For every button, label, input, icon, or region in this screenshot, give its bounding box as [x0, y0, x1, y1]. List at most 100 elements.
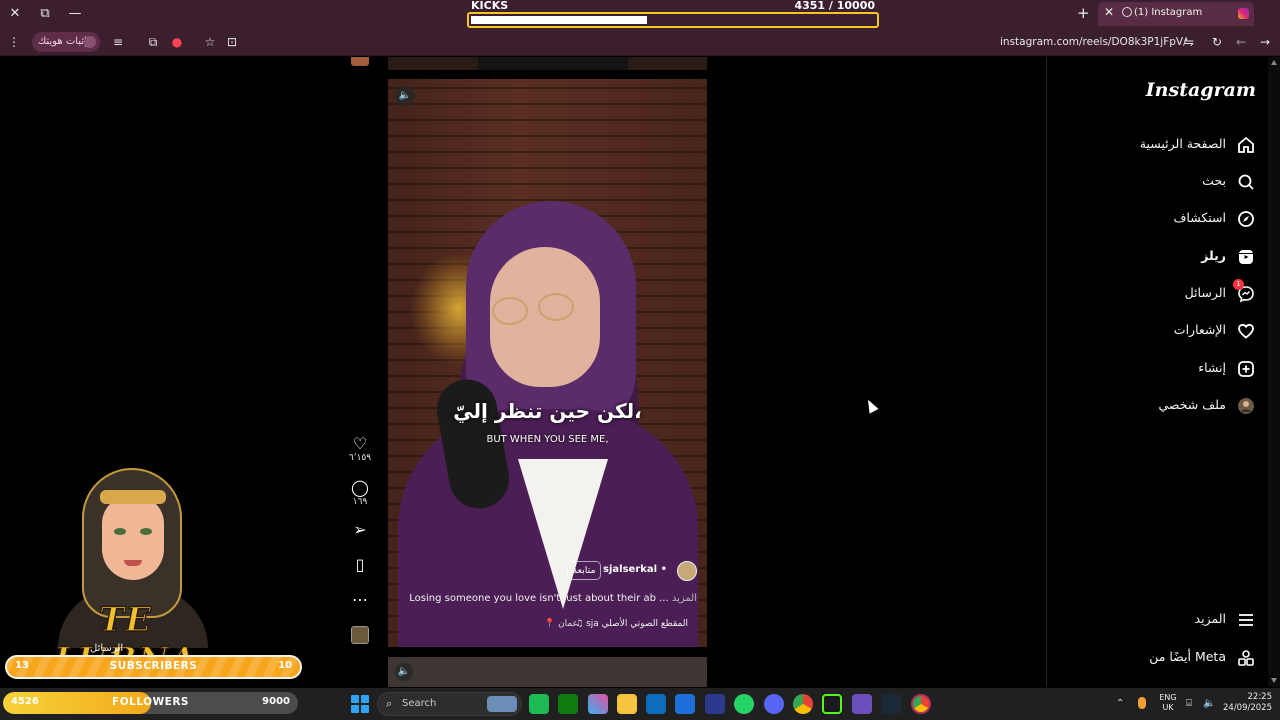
followers-goal-bar: 4526 FOLLOWERS 9000	[3, 692, 298, 714]
xbox-app-icon[interactable]	[558, 694, 578, 714]
separator-dot: •	[660, 564, 667, 575]
site-settings-icon[interactable]: ⇋	[1181, 34, 1197, 50]
save-action[interactable]: ▯	[345, 556, 375, 574]
scroll-up-arrow-icon[interactable]	[1271, 60, 1277, 65]
taskbar-search[interactable]: ⌕ Search	[377, 692, 522, 716]
more-options-action[interactable]: ⋯	[345, 591, 375, 609]
copilot-app-icon[interactable]	[588, 694, 608, 714]
author-name[interactable]: sjalserkal •	[603, 564, 667, 575]
next-reel-preview[interactable]: 🔈	[388, 657, 707, 687]
audio-thumbnail[interactable]	[351, 626, 369, 644]
sidebar-item-reels[interactable]: ريلز	[1056, 244, 1256, 270]
original-audio-link[interactable]: ♫ sja المقطع الصوتي الأصلي	[575, 619, 688, 629]
sidebar-item-notifications[interactable]: الإشعارات	[1056, 318, 1256, 344]
browser-tab-instagram[interactable]: ✕ (1) Instagram	[1098, 2, 1254, 26]
language-indicator[interactable]: ENG UK	[1156, 693, 1180, 713]
microphone-in-use-icon[interactable]	[1138, 697, 1146, 709]
profile-avatar-icon	[1238, 398, 1254, 414]
previous-reel-avatar[interactable]	[351, 57, 369, 66]
sidebar-item-home[interactable]: الصفحة الرئيسية	[1056, 132, 1256, 158]
windows-start-icon[interactable]	[351, 695, 369, 713]
compass-icon	[1238, 211, 1254, 227]
instagram-logo[interactable]: Instagram	[1146, 79, 1256, 101]
kick-app-icon[interactable]	[822, 694, 842, 714]
discord-app-icon[interactable]	[764, 694, 784, 714]
chrome-profile-app-icon[interactable]	[911, 694, 931, 714]
share-action[interactable]: ➢	[345, 521, 375, 539]
location-link[interactable]: 📍 عمان	[544, 619, 578, 629]
reel-description-more[interactable]: المزيد	[672, 593, 697, 604]
forward-icon[interactable]: ←	[1233, 34, 1249, 50]
address-bar[interactable]: instagram.com/reels/DO8k3P1jFpV/	[1000, 36, 1187, 48]
sidebar-item-label: ريلز	[1201, 248, 1226, 263]
reading-list-icon[interactable]: ≡	[110, 34, 126, 50]
browser-tab-bar: ✕ ⧉ — KICKS 4351 / 10000 + ✕ (1) Instagr…	[0, 0, 1280, 28]
next-reel-mute-button[interactable]: 🔈	[395, 663, 413, 681]
chrome-app-icon[interactable]	[793, 694, 813, 714]
meta-apps-icon	[1238, 650, 1254, 666]
window-restore-button[interactable]: ⧉	[36, 5, 54, 23]
taskbar-clock[interactable]: 22:25 24/09/2025	[1222, 692, 1272, 714]
sidebar-item-profile[interactable]: ملف شخصي	[1056, 393, 1256, 419]
sidebar-item-search[interactable]: بحث	[1056, 169, 1256, 195]
tray-overflow-icon[interactable]: ⌃	[1116, 698, 1124, 709]
more-icon: ⋯	[352, 590, 368, 609]
recording-extension-icon[interactable]: ●	[169, 34, 185, 50]
author-avatar[interactable]	[677, 561, 697, 581]
whatsapp-app-icon[interactable]	[734, 694, 754, 714]
like-count: ٦٬١٥٩	[348, 453, 372, 463]
sidebar-item-create[interactable]: إنشاء	[1056, 356, 1256, 382]
reel-author-row: sjalserkal • متابعة	[388, 561, 697, 581]
kicks-progress-fill	[471, 16, 647, 24]
tab-close-icon[interactable]: ✕	[1104, 5, 1114, 19]
volume-icon[interactable]: 🔈	[1203, 698, 1215, 709]
capcut-app-icon[interactable]	[852, 694, 872, 714]
back-icon[interactable]: →	[1257, 34, 1273, 50]
identity-verification-chip[interactable]: إثبات هويتك	[32, 32, 100, 52]
bookmark-star-icon[interactable]: ☆	[202, 34, 218, 50]
comment-count: ١٦٩	[352, 497, 368, 507]
identity-chip-label: إثبات هويتك	[38, 36, 87, 47]
keyboard-layout: UK	[1162, 703, 1174, 712]
sidebar-item-more[interactable]: المزيد	[1056, 607, 1256, 633]
network-icon[interactable]: ⌸	[1186, 698, 1192, 709]
extensions-icon[interactable]: ⧉	[145, 34, 161, 50]
spotify-app-icon[interactable]	[529, 694, 549, 714]
bookmark-icon: ▯	[355, 555, 365, 574]
like-action[interactable]: ♡ ٦٬١٥٩	[345, 434, 375, 464]
store-app-icon[interactable]	[675, 694, 695, 714]
reel-video[interactable]: 🔈 لكن حين تنظر إليّ، BUT WHEN YOU SEE ME…	[388, 79, 707, 647]
kicks-goal-widget: KICKS 4351 / 10000	[467, 0, 879, 28]
subscribers-label: SUBSCRIBERS	[109, 660, 198, 672]
file-explorer-icon[interactable]	[617, 694, 637, 714]
mute-toggle-button[interactable]: 🔈	[395, 86, 415, 106]
page-scrollbar[interactable]	[1268, 57, 1280, 687]
install-app-icon[interactable]: ⊡	[224, 34, 240, 50]
heart-icon: ♡	[352, 434, 368, 453]
previous-reel-preview[interactable]	[388, 57, 707, 70]
clock-date: 24/09/2025	[1223, 703, 1272, 713]
language-code: ENG	[1159, 693, 1177, 702]
window-close-button[interactable]: ✕	[6, 5, 24, 23]
glasses-right	[538, 293, 574, 321]
subscribers-goal: 10	[278, 660, 292, 671]
scroll-down-arrow-icon[interactable]	[1271, 678, 1277, 683]
reels-icon	[1239, 250, 1253, 264]
caption-english: BUT WHEN YOU SEE ME,	[486, 434, 609, 445]
reload-icon[interactable]: ↻	[1209, 34, 1225, 50]
browser-menu-icon[interactable]: ⋮	[6, 34, 22, 50]
reel-description[interactable]: Losing someone you love isn't just about…	[388, 593, 697, 604]
steam-app-icon[interactable]	[881, 694, 901, 714]
sidebar-item-explore[interactable]: استكشاف	[1056, 206, 1256, 232]
search-highlight-image	[487, 696, 517, 712]
sidebar-item-messages[interactable]: 1 الرسائل	[1056, 279, 1256, 307]
hamburger-menu-icon	[1239, 614, 1253, 626]
window-minimize-button[interactable]: —	[66, 5, 84, 23]
comment-action[interactable]: ◯ ١٦٩	[345, 479, 375, 508]
follow-button[interactable]: متابعة	[567, 561, 601, 580]
sidebar-item-also-from-meta[interactable]: أيضًا من Meta	[1056, 645, 1256, 671]
obs-app-icon[interactable]	[705, 694, 725, 714]
outlook-app-icon[interactable]	[646, 694, 666, 714]
new-tab-button[interactable]: +	[1077, 4, 1090, 22]
sidebar-item-label: بحث	[1202, 173, 1226, 188]
